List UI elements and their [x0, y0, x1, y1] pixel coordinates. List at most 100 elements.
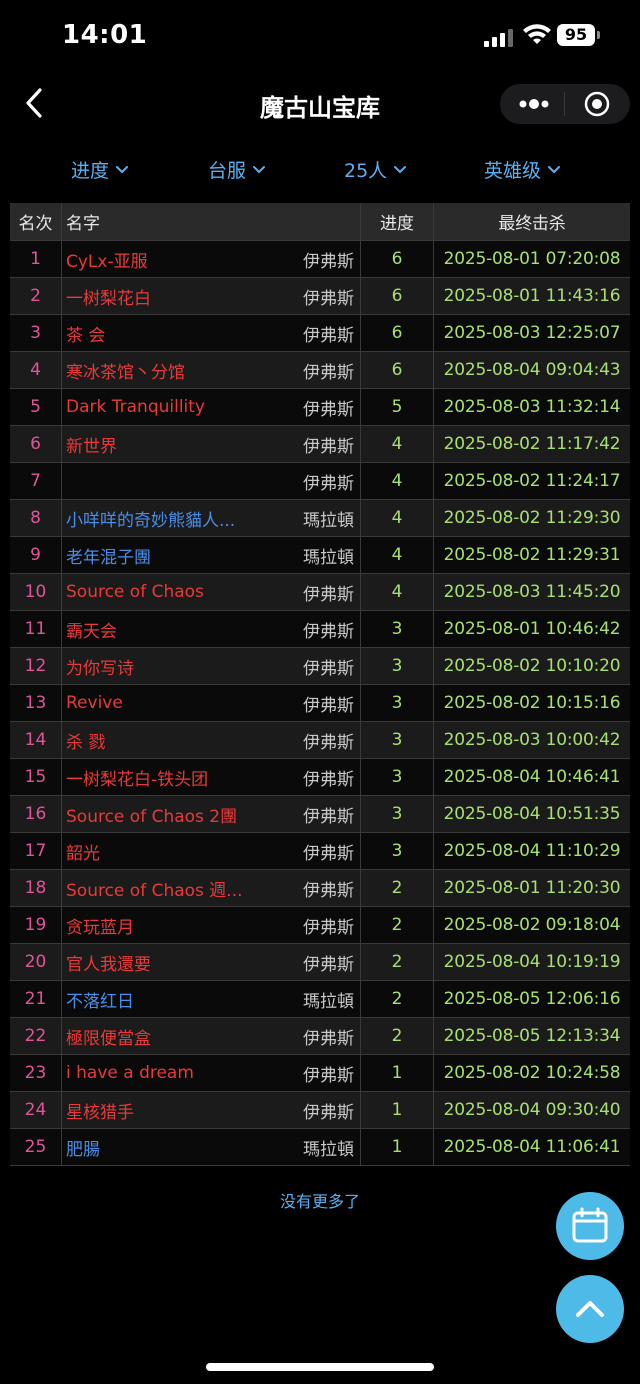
table-row[interactable]: 17 韶光 伊弗斯 3 2025-08-04 11:10:29: [10, 833, 630, 870]
table-row[interactable]: 23 i have a dream 伊弗斯 1 2025-08-02 10:24:58: [10, 1055, 630, 1092]
table-row[interactable]: 20 官人我還要 伊弗斯 2 2025-08-04 10:19:19: [10, 944, 630, 981]
table-row[interactable]: 13 Revive 伊弗斯 3 2025-08-02 10:15:16: [10, 685, 630, 722]
column-divider: [61, 907, 62, 943]
scroll-top-button[interactable]: [556, 1275, 624, 1343]
last-kill-cell: 2025-08-04 11:06:41: [443, 1137, 621, 1157]
realm-cell: 伊弗斯: [303, 251, 354, 272]
last-kill-cell: 2025-08-04 10:51:35: [443, 804, 621, 824]
realm-cell: 伊弗斯: [303, 473, 354, 494]
column-divider: [61, 1018, 62, 1054]
table-row[interactable]: 5 Dark Tranquillity 伊弗斯 5 2025-08-03 11:32:1…: [10, 389, 630, 426]
header-last-kill: 最终击杀: [498, 214, 566, 234]
filter-bar: 进度 台服 25人 英雄级: [0, 150, 640, 190]
more-dots-icon[interactable]: [518, 94, 550, 114]
mini-program-capsule: [500, 84, 630, 124]
realm-cell: 伊弗斯: [303, 288, 354, 309]
table-row[interactable]: 8 小咩咩的奇妙熊貓人... 瑪拉頓 4 2025-08-02 11:29:30: [10, 500, 630, 537]
table-row[interactable]: 10 Source of Chaos 伊弗斯 4 2025-08-03 11:45:20: [10, 574, 630, 611]
table-row[interactable]: 11 霸天会 伊弗斯 3 2025-08-01 10:46:42: [10, 611, 630, 648]
target-icon[interactable]: [584, 91, 610, 117]
table-row[interactable]: 19 贪玩蓝月 伊弗斯 2 2025-08-02 09:18:04: [10, 907, 630, 944]
rank-cell: 3: [30, 323, 41, 343]
last-kill-cell: 2025-08-04 09:30:40: [443, 1100, 621, 1120]
filter-server[interactable]: 台服: [208, 156, 266, 183]
last-kill-cell: 2025-08-02 11:29:31: [443, 545, 621, 565]
last-kill-cell: 2025-08-01 11:43:16: [443, 286, 621, 306]
status-time: 14:01: [62, 20, 148, 50]
column-divider: [61, 463, 62, 499]
progress-cell: 2: [391, 878, 403, 898]
filter-progress[interactable]: 进度: [71, 156, 129, 183]
rank-cell: 9: [30, 545, 41, 565]
calendar-button[interactable]: [556, 1192, 624, 1260]
filter-raid-size[interactable]: 25人: [344, 156, 407, 183]
table-row[interactable]: 9 老年混子團 瑪拉頓 4 2025-08-02 11:29:31: [10, 537, 630, 574]
last-kill-cell: 2025-08-01 10:46:42: [443, 619, 621, 639]
rank-cell: 17: [24, 841, 47, 861]
rank-cell: 24: [24, 1100, 47, 1120]
realm-cell: 伊弗斯: [303, 325, 354, 346]
progress-cell: 4: [391, 582, 403, 602]
table-row[interactable]: 1 CyLx-亚服 伊弗斯 6 2025-08-01 07:20:08: [10, 241, 630, 278]
table-row[interactable]: 2 一树梨花白 伊弗斯 6 2025-08-01 11:43:16: [10, 278, 630, 315]
realm-cell: 伊弗斯: [303, 1102, 354, 1123]
progress-cell: 2: [391, 915, 403, 935]
table-row[interactable]: 6 新世界 伊弗斯 4 2025-08-02 11:17:42: [10, 426, 630, 463]
battery-level: 95: [557, 24, 595, 46]
column-divider: [433, 463, 434, 499]
home-indicator: [206, 1363, 434, 1371]
rank-cell: 19: [24, 915, 47, 935]
last-kill-cell: 2025-08-05 12:13:34: [443, 1026, 621, 1046]
column-divider: [61, 537, 62, 573]
table-row[interactable]: 16 Source of Chaos 2團 伊弗斯 3 2025-08-04 10:51…: [10, 796, 630, 833]
table-row[interactable]: 3茶 会伊弗斯 6 2025-08-03 12:25:07: [10, 315, 630, 352]
column-divider: [433, 833, 434, 869]
realm-cell: 伊弗斯: [303, 917, 354, 938]
column-divider: [360, 426, 361, 462]
column-divider: [61, 611, 62, 647]
table-row[interactable]: 12 为你写诗 伊弗斯 3 2025-08-02 10:10:20: [10, 648, 630, 685]
column-divider: [360, 944, 361, 980]
column-divider: [360, 1092, 361, 1128]
column-divider: [433, 648, 434, 684]
progress-cell: 3: [391, 767, 403, 787]
realm-cell: 伊弗斯: [303, 584, 354, 605]
column-divider: [360, 648, 361, 684]
column-divider: [61, 389, 62, 425]
filter-difficulty[interactable]: 英雄级: [484, 156, 561, 183]
rank-cell: 4: [30, 360, 41, 380]
chevron-up-icon: [576, 1301, 604, 1317]
rank-cell: 15: [24, 767, 47, 787]
table-row[interactable]: 22 極限便當盒 伊弗斯 2 2025-08-05 12:13:34: [10, 1018, 630, 1055]
table-row[interactable]: 4 寒冰茶馆丶分馆 伊弗斯 6 2025-08-04 09:04:43: [10, 352, 630, 389]
realm-cell: 伊弗斯: [303, 1065, 354, 1086]
realm-cell: 伊弗斯: [303, 621, 354, 642]
no-more-text: 没有更多了: [279, 1192, 360, 1211]
header-rank: 名次: [18, 214, 53, 234]
column-divider: [360, 241, 361, 277]
table-row[interactable]: 14 杀 戮伊弗斯 3 2025-08-03 10:00:42: [10, 722, 630, 759]
realm-cell: 瑪拉頓: [303, 547, 354, 568]
column-divider: [433, 315, 434, 351]
table-row[interactable]: 7 伊弗斯 4 2025-08-02 11:24:17: [10, 463, 630, 500]
last-kill-cell: 2025-08-04 09:04:43: [443, 360, 621, 380]
table-row[interactable]: 25 肥腸 瑪拉頓 1 2025-08-04 11:06:41: [10, 1129, 630, 1166]
column-divider: [433, 426, 434, 462]
column-divider: [433, 907, 434, 943]
column-divider: [360, 352, 361, 388]
column-divider: [61, 870, 62, 906]
realm-cell: 伊弗斯: [303, 362, 354, 383]
last-kill-cell: 2025-08-01 11:20:30: [443, 878, 621, 898]
table-row[interactable]: 18 Source of Chaos 週... 伊弗斯 2 2025-08-01 11:…: [10, 870, 630, 907]
progress-cell: 4: [391, 471, 403, 491]
table-row[interactable]: 21 不落红日 瑪拉頓 2 2025-08-05 12:06:16: [10, 981, 630, 1018]
column-divider: [360, 722, 361, 758]
rank-cell: 20: [24, 952, 47, 972]
table-row[interactable]: 24 星核猎手 伊弗斯 1 2025-08-04 09:30:40: [10, 1092, 630, 1129]
table-row[interactable]: 15 一树梨花白-铁头团 伊弗斯 3 2025-08-04 10:46:41: [10, 759, 630, 796]
realm-cell: 瑪拉頓: [303, 991, 354, 1012]
rank-cell: 16: [24, 804, 47, 824]
column-divider: [61, 944, 62, 980]
column-divider: [360, 278, 361, 314]
column-divider: [61, 426, 62, 462]
